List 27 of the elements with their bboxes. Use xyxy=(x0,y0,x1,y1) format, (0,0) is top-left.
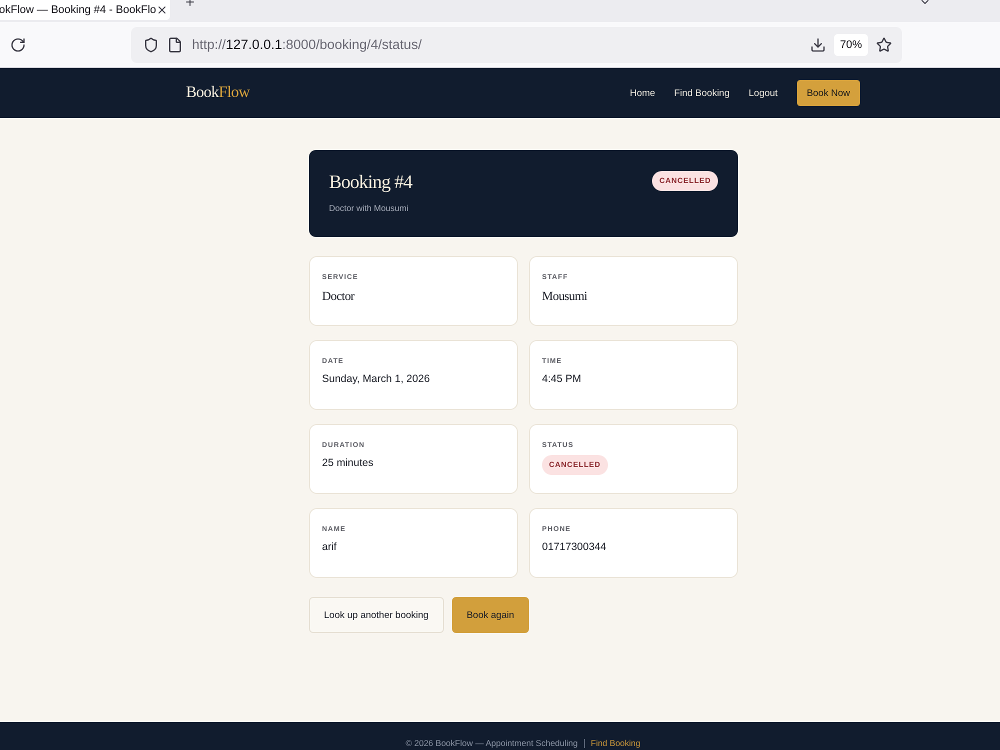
detail-value: arif xyxy=(322,541,337,553)
book-again-button[interactable]: Book again xyxy=(452,597,530,633)
zoom-level[interactable]: 70% xyxy=(834,34,868,56)
detail-value: 01717300344 xyxy=(542,541,606,553)
url-text: http://127.0.0.1:8000/booking/4/status/ xyxy=(192,37,423,52)
footer-link[interactable]: Find Booking xyxy=(590,738,640,748)
close-icon[interactable] xyxy=(156,4,168,16)
nav-link[interactable]: Home xyxy=(630,88,656,98)
logo[interactable]: BookFlow xyxy=(186,84,250,102)
shield-icon[interactable] xyxy=(143,36,159,52)
lookup-button[interactable]: Look up another booking xyxy=(309,597,444,633)
detail-value: 4:45 PM xyxy=(542,373,582,385)
booking-subtitle: Doctor with Mousumi xyxy=(329,203,410,213)
detail-value: 25 minutes xyxy=(322,457,374,469)
detail-value: Mousumi xyxy=(542,289,588,304)
star-icon[interactable] xyxy=(876,36,892,52)
book-now-button[interactable]: Book Now xyxy=(796,80,860,106)
detail-value: Doctor xyxy=(322,289,354,304)
address-bar[interactable]: http://127.0.0.1:8000/booking/4/status/ 70% xyxy=(131,26,902,62)
booking-title: Booking #4 xyxy=(329,171,412,195)
footer-text: © 2026 BookFlow — Appointment Scheduling xyxy=(406,738,578,748)
nav-link[interactable]: Find Booking xyxy=(674,88,730,98)
page-icon xyxy=(167,36,183,52)
reload-icon[interactable] xyxy=(10,36,26,52)
detail-value: Sunday, March 1, 2026 xyxy=(322,373,430,385)
nav-link[interactable]: Logout xyxy=(748,88,778,98)
download-icon[interactable] xyxy=(810,36,826,52)
